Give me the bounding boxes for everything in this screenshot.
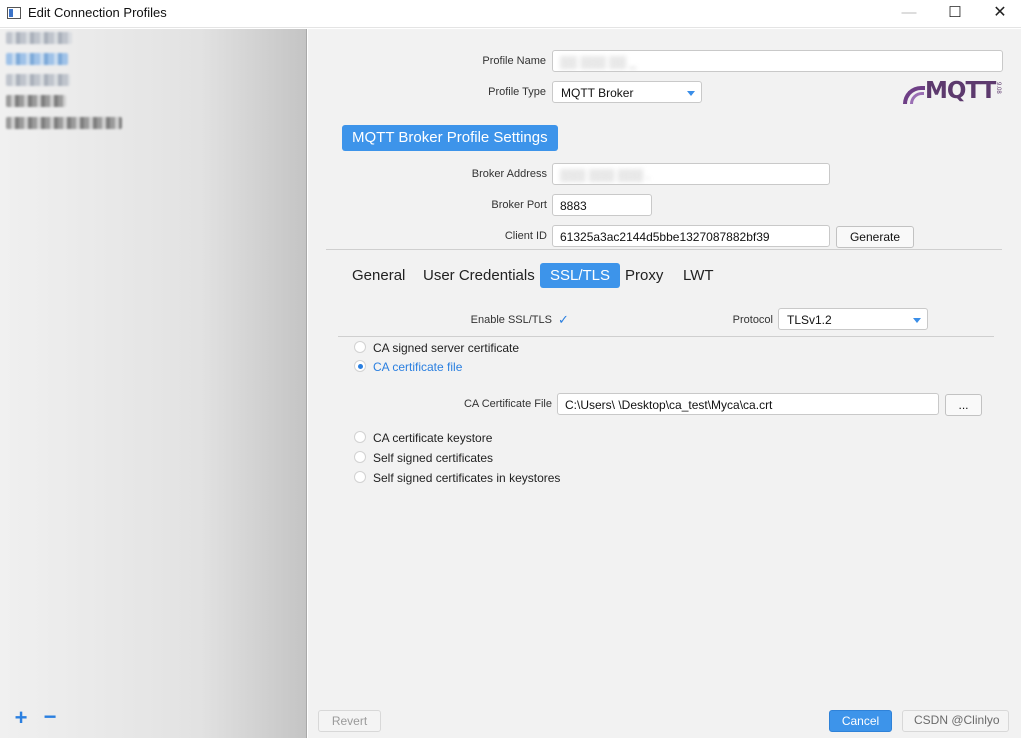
radio-label-ca-certificate-keystore: CA certificate keystore <box>373 431 493 445</box>
radio-ca-signed-server[interactable] <box>354 341 366 353</box>
add-profile-button[interactable]: + <box>12 707 30 729</box>
remove-profile-button[interactable]: − <box>41 706 59 728</box>
profile-settings-panel: Profile Name ▒▒ ▒▒▒ ▒▒ _ Profile Type MQ… <box>308 29 1021 738</box>
chevron-down-icon <box>913 318 921 323</box>
section-header: MQTT Broker Profile Settings <box>342 125 558 151</box>
tab-user-credentials[interactable]: User Credentials <box>413 263 545 288</box>
radio-self-signed-keystores[interactable] <box>354 471 366 483</box>
profile-type-select[interactable]: MQTT Broker <box>552 81 702 103</box>
protocol-select[interactable]: TLSv1.2 <box>778 308 928 330</box>
ca-file-label: CA Certificate File <box>463 398 552 410</box>
radio-label-self-signed: Self signed certificates <box>373 451 494 465</box>
profile-type-value: MQTT Broker <box>561 86 634 100</box>
profile-type-label: Profile Type <box>488 86 546 98</box>
profile-list-item[interactable] <box>6 95 66 107</box>
enable-ssl-checkbox[interactable]: ✓ <box>558 313 570 326</box>
section-divider <box>326 249 1002 250</box>
cancel-button[interactable]: Cancel <box>829 710 892 732</box>
close-button[interactable]: ✕ <box>977 0 1021 28</box>
protocol-label: Protocol <box>732 314 773 326</box>
profile-list-item[interactable] <box>6 32 72 44</box>
broker-port-label: Broker Port <box>491 199 547 211</box>
radio-self-signed[interactable] <box>354 451 366 463</box>
radio-label-self-signed-keystores: Self signed certificates in keystores <box>373 471 561 485</box>
radio-ca-certificate-file[interactable] <box>354 360 366 372</box>
broker-port-input[interactable]: 8883 <box>552 194 652 216</box>
mqtt-logo-tag: 9.08 <box>995 82 1001 94</box>
profile-list-item[interactable] <box>6 117 122 129</box>
protocol-value: TLSv1.2 <box>787 313 832 327</box>
redacted-profile-name: ▒▒ ▒▒▒ ▒▒ _ <box>560 55 637 69</box>
profile-list-item[interactable] <box>6 74 70 86</box>
redacted-broker-address: ▒▒▒ ▒▒▒ ▒▒▒ . <box>560 168 650 182</box>
ca-file-input[interactable]: C:\Users\ \Desktop\ca_test\Myca\ca.crt <box>557 393 939 415</box>
revert-button[interactable]: Revert <box>318 710 381 732</box>
enable-ssl-label: Enable SSL/TLS <box>470 314 552 326</box>
watermark-text: CSDN @Clinlyo <box>914 713 1000 727</box>
app-window-icon <box>7 7 21 19</box>
profile-list-item[interactable] <box>6 53 68 65</box>
broker-address-label: Broker Address <box>471 168 547 180</box>
tab-proxy[interactable]: Proxy <box>615 263 673 288</box>
radio-label-ca-signed-server: CA signed server certificate <box>373 341 520 355</box>
window-title: Edit Connection Profiles <box>28 5 167 20</box>
tab-ssl-tls[interactable]: SSL/TLS <box>540 263 621 288</box>
maximize-button[interactable]: ☐ <box>932 0 978 28</box>
mqtt-logo: MQTT 9.08 <box>903 78 1003 106</box>
profile-list-sidebar: + − <box>0 29 307 738</box>
tab-general[interactable]: General <box>342 263 415 288</box>
chevron-down-icon <box>687 91 695 96</box>
radio-label-ca-certificate-file: CA certificate file <box>373 360 463 374</box>
profile-name-input[interactable]: ▒▒ ▒▒▒ ▒▒ _ <box>552 50 1003 72</box>
ssl-divider <box>338 336 994 337</box>
broker-address-input[interactable]: ▒▒▒ ▒▒▒ ▒▒▒ . <box>552 163 830 185</box>
radio-ca-certificate-keystore[interactable] <box>354 431 366 443</box>
mqtt-logo-text: MQTT <box>925 78 996 104</box>
minimize-button[interactable]: — <box>886 0 932 28</box>
client-id-input[interactable]: 61325a3ac2144d5bbe1327087882bf39 <box>552 225 830 247</box>
client-id-label: Client ID <box>504 230 547 242</box>
tab-lwt[interactable]: LWT <box>673 263 724 288</box>
title-bar: Edit Connection Profiles — ☐ ✕ <box>0 0 1021 28</box>
browse-ca-file-button[interactable]: ... <box>945 394 982 416</box>
generate-client-id-button[interactable]: Generate <box>836 226 914 248</box>
profile-name-label: Profile Name <box>482 55 546 67</box>
